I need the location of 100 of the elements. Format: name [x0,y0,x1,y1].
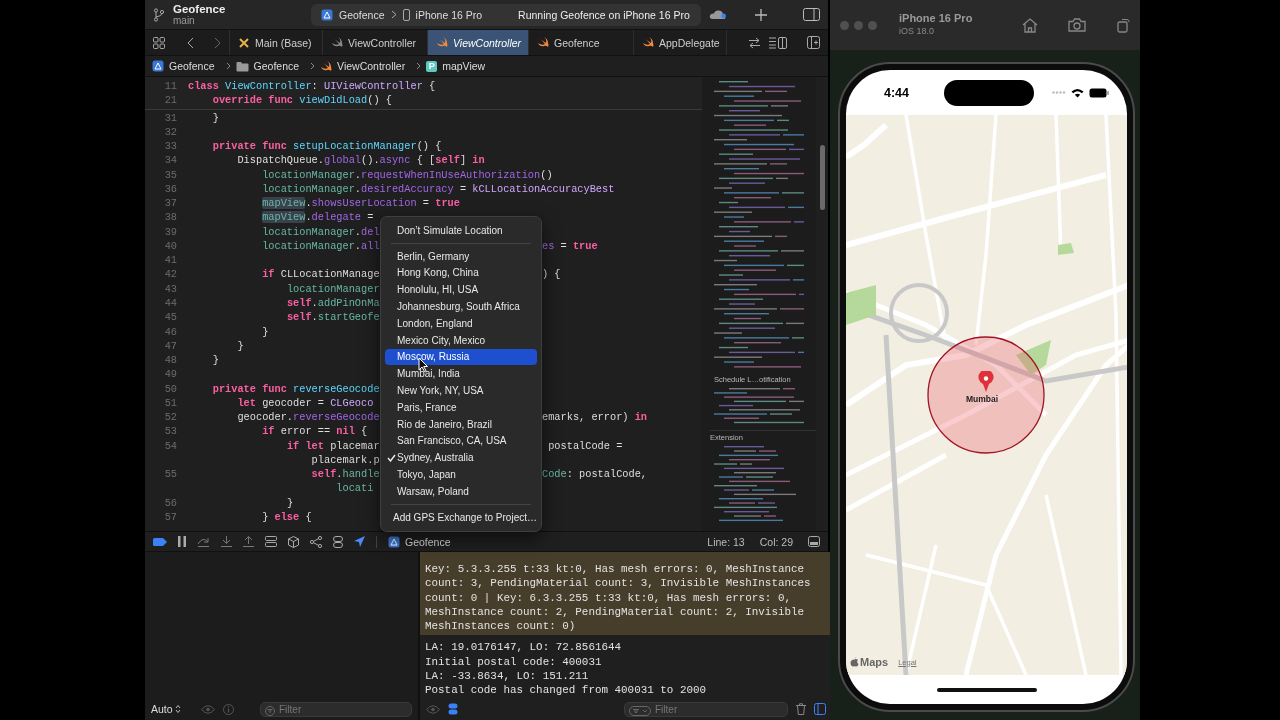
line-number: 45 [163,310,177,325]
editor-options-icon[interactable] [769,36,787,49]
grid-icon[interactable] [153,36,165,49]
menu-item[interactable]: Berlin, Germany [385,247,537,265]
line-number: 42 [163,267,177,282]
code-line: } [212,110,219,125]
menu-item[interactable]: Johannesburg, South Africa [385,298,537,315]
code-line: self.handle [311,467,380,482]
menu-item[interactable]: Hong Kong, China [385,264,537,282]
line-number: 43 [163,281,177,296]
cube-icon[interactable] [288,535,299,548]
toggle-icon[interactable] [448,703,458,715]
code-line: if CLLocationManage [262,267,380,282]
menu-item[interactable]: San Francisco, CA, USA [385,432,537,450]
line-number: 37 [163,196,177,211]
menu-item[interactable]: London, England [385,315,537,332]
map-pin-icon[interactable] [978,371,994,393]
screenshot-icon[interactable] [1068,18,1086,32]
home-indicator[interactable] [936,687,1037,692]
property-icon: P [426,60,438,72]
trash-icon[interactable] [796,703,806,715]
line-number: 44 [163,296,177,311]
swap-arrows-icon[interactable] [748,36,761,49]
step-into-icon[interactable] [221,536,232,547]
step-over-icon[interactable] [197,536,210,547]
code-line: } [286,495,294,510]
editor-tab[interactable]: ViewController [427,30,528,55]
editor-tab[interactable]: AppDelegate [633,30,726,55]
project-icon [152,60,164,72]
branch-icon[interactable] [153,7,165,22]
breadcrumb-item[interactable]: Geofence [169,60,215,72]
apple-logo-icon [850,657,859,667]
updown-chevron-icon [174,704,181,714]
breakpoints-icon[interactable] [153,537,167,546]
menu-item[interactable]: Mumbai, India [385,365,537,383]
line-number: 47 [163,338,177,354]
menu-item[interactable]: Honolulu, HI, USA [385,281,537,299]
line-number: 53 [163,424,177,439]
menu-item[interactable]: Paris, France [385,398,537,416]
code-line: postalCode = [547,438,623,453]
menu-item[interactable]: Tokyo, Japan [385,466,537,483]
menu-item[interactable]: Warsaw, Poland [385,482,537,500]
console-line: LA: -33.8634, LO: 151.211 [425,669,590,684]
code-line: mapView.showsUserLocation = true [262,196,460,211]
line-number: 11 [163,79,177,94]
line-number: 54 [163,438,177,453]
code-line: private func setupLocationManager() { [212,139,442,154]
code-line: override func viewDidLoad() { [212,93,392,108]
pause-icon[interactable] [178,536,186,547]
code-line: } [237,338,244,354]
stack-icon[interactable] [265,536,277,547]
menu-item[interactable]: Sydney, Australia [385,449,537,467]
step-out-icon[interactable] [243,536,254,547]
menu-item[interactable]: Rio de Janeiro, Brazil [385,415,537,433]
code-line: locationManager.requestWhenInUseAuthorization() [262,167,553,182]
add-editor-icon[interactable] [807,36,820,49]
code-line: } else { [262,509,312,525]
forward-icon[interactable] [214,36,221,49]
back-icon[interactable] [187,36,194,49]
line-number: 32 [163,124,177,140]
breadcrumb-item[interactable]: Geofence [253,60,300,72]
menu-item[interactable]: Moscow, Russia [385,348,537,366]
swift-file-icon [320,60,333,72]
sidebar-toggle-icon[interactable] [803,8,820,21]
console-line: MeshInstances count: 0) [425,619,577,634]
editor-tab[interactable]: Main (Base) [229,30,322,55]
run-destination[interactable]: iPhone 16 Pro [415,8,483,21]
menu-item[interactable]: Add GPS Exchange to Project… [385,508,537,526]
scrollbar-thumb[interactable] [819,145,825,210]
project-icon [388,535,400,548]
line-number: 33 [163,139,177,154]
menu-item[interactable]: New York, NY, USA [385,382,537,399]
left-panel-icon[interactable] [814,703,826,715]
menu-item[interactable]: Mexico City, Mexico [385,331,537,349]
add-icon[interactable] [755,8,767,21]
scope-dropdown[interactable]: Auto [151,703,181,715]
variables-filter-field[interactable]: Filter [260,701,412,717]
code-line: ) { [542,267,561,282]
scheme-name[interactable]: Geofence [339,8,385,21]
chevron-icon [416,62,422,70]
location-arrow-icon[interactable] [354,536,365,547]
code-line: locationManager.desiredAccuracy = kCLLocationAccuracyBest [262,181,615,197]
rotate-icon[interactable] [1116,17,1130,33]
folder-icon [235,60,249,72]
status-time: 4:44 [884,85,910,100]
activity-bar[interactable]: Geofence iPhone 16 Pro Running Geofence on iPhone 16 Pro [311,3,701,26]
breadcrumb-item[interactable]: mapView [442,60,486,72]
home-icon[interactable] [1022,17,1038,33]
cursor-line: Line: 13 [707,535,745,548]
console-filter-field[interactable]: Filter [624,701,788,717]
editor-tab[interactable]: Geofence [528,30,633,55]
console-line: Postal code has changed from 400031 to 2000 [425,683,708,698]
chevron-icon [225,62,231,70]
battery-icon [1089,87,1109,98]
breadcrumb-item[interactable]: ViewController [337,60,406,72]
graph-icon[interactable] [310,535,322,548]
toggle-icon[interactable] [333,535,343,548]
menu-item[interactable]: Don’t Simulate Location [385,222,537,239]
simulator-os: iOS 18.0 [899,25,936,38]
panel-icon[interactable] [808,536,820,547]
